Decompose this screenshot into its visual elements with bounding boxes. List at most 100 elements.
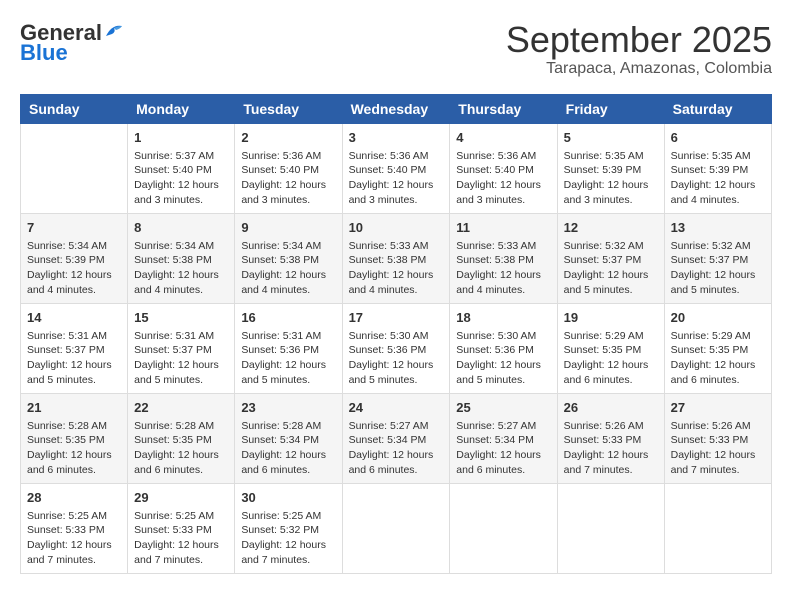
day-info: and 3 minutes. [241,193,335,208]
col-header-monday: Monday [128,94,235,123]
day-number: 12 [564,219,658,237]
day-info: and 4 minutes. [671,193,765,208]
day-info: Sunset: 5:33 PM [134,523,228,538]
calendar-cell: 10Sunrise: 5:33 AMSunset: 5:38 PMDayligh… [342,213,450,303]
day-info: Sunset: 5:35 PM [134,433,228,448]
calendar-cell: 21Sunrise: 5:28 AMSunset: 5:35 PMDayligh… [21,393,128,483]
day-number: 2 [241,129,335,147]
day-info: Daylight: 12 hours [134,178,228,193]
day-info: and 7 minutes. [241,553,335,568]
day-info: Sunrise: 5:37 AM [134,149,228,164]
day-info: and 6 minutes. [134,463,228,478]
calendar-cell: 17Sunrise: 5:30 AMSunset: 5:36 PMDayligh… [342,303,450,393]
day-info: Daylight: 12 hours [241,448,335,463]
day-info: Sunrise: 5:35 AM [564,149,658,164]
calendar-cell [557,483,664,573]
calendar-cell: 7Sunrise: 5:34 AMSunset: 5:39 PMDaylight… [21,213,128,303]
day-info: and 4 minutes. [349,283,444,298]
week-row-1: 1Sunrise: 5:37 AMSunset: 5:40 PMDaylight… [21,123,772,213]
day-info: Sunrise: 5:36 AM [456,149,550,164]
day-number: 19 [564,309,658,327]
day-info: and 4 minutes. [134,283,228,298]
calendar-cell: 2Sunrise: 5:36 AMSunset: 5:40 PMDaylight… [235,123,342,213]
col-header-sunday: Sunday [21,94,128,123]
day-info: Daylight: 12 hours [671,268,765,283]
calendar-cell: 22Sunrise: 5:28 AMSunset: 5:35 PMDayligh… [128,393,235,483]
day-info: Sunset: 5:34 PM [349,433,444,448]
day-info: and 6 minutes. [27,463,121,478]
day-number: 5 [564,129,658,147]
day-info: Daylight: 12 hours [27,358,121,373]
day-info: Sunset: 5:38 PM [456,253,550,268]
day-info: Daylight: 12 hours [671,448,765,463]
day-info: Daylight: 12 hours [564,358,658,373]
day-number: 20 [671,309,765,327]
day-info: Daylight: 12 hours [456,448,550,463]
logo-blue: Blue [20,40,68,66]
day-info: and 5 minutes. [671,283,765,298]
day-info: Daylight: 12 hours [241,358,335,373]
day-info: and 5 minutes. [349,373,444,388]
day-info: Sunrise: 5:33 AM [349,239,444,254]
day-info: and 7 minutes. [671,463,765,478]
page-subtitle: Tarapaca, Amazonas, Colombia [506,60,772,78]
week-row-4: 21Sunrise: 5:28 AMSunset: 5:35 PMDayligh… [21,393,772,483]
day-info: Sunrise: 5:31 AM [27,329,121,344]
day-number: 16 [241,309,335,327]
day-number: 10 [349,219,444,237]
logo-bird-icon [104,22,126,40]
day-info: and 6 minutes. [564,373,658,388]
day-info: and 6 minutes. [241,463,335,478]
day-info: and 5 minutes. [564,283,658,298]
day-info: Sunrise: 5:36 AM [349,149,444,164]
day-info: Sunrise: 5:29 AM [671,329,765,344]
day-info: and 6 minutes. [456,463,550,478]
day-number: 9 [241,219,335,237]
day-info: Sunrise: 5:27 AM [456,419,550,434]
day-info: Sunset: 5:36 PM [349,343,444,358]
calendar-cell: 28Sunrise: 5:25 AMSunset: 5:33 PMDayligh… [21,483,128,573]
day-info: and 4 minutes. [27,283,121,298]
day-number: 25 [456,399,550,417]
calendar-cell: 3Sunrise: 5:36 AMSunset: 5:40 PMDaylight… [342,123,450,213]
calendar-cell: 13Sunrise: 5:32 AMSunset: 5:37 PMDayligh… [664,213,771,303]
calendar-cell: 4Sunrise: 5:36 AMSunset: 5:40 PMDaylight… [450,123,557,213]
calendar-cell: 24Sunrise: 5:27 AMSunset: 5:34 PMDayligh… [342,393,450,483]
day-info: Daylight: 12 hours [27,448,121,463]
day-info: Sunrise: 5:33 AM [456,239,550,254]
day-info: Daylight: 12 hours [134,538,228,553]
day-info: Sunset: 5:39 PM [564,163,658,178]
day-info: Sunrise: 5:29 AM [564,329,658,344]
day-number: 30 [241,489,335,507]
day-info: Sunrise: 5:31 AM [241,329,335,344]
day-info: Sunset: 5:37 PM [671,253,765,268]
calendar-cell: 20Sunrise: 5:29 AMSunset: 5:35 PMDayligh… [664,303,771,393]
calendar-cell: 1Sunrise: 5:37 AMSunset: 5:40 PMDaylight… [128,123,235,213]
day-info: and 3 minutes. [134,193,228,208]
day-number: 18 [456,309,550,327]
day-number: 11 [456,219,550,237]
day-number: 3 [349,129,444,147]
day-info: Sunrise: 5:32 AM [564,239,658,254]
day-info: Sunrise: 5:28 AM [134,419,228,434]
day-number: 1 [134,129,228,147]
calendar-cell: 12Sunrise: 5:32 AMSunset: 5:37 PMDayligh… [557,213,664,303]
day-info: Daylight: 12 hours [456,178,550,193]
day-number: 15 [134,309,228,327]
col-header-wednesday: Wednesday [342,94,450,123]
day-info: Daylight: 12 hours [564,268,658,283]
day-info: Daylight: 12 hours [349,178,444,193]
week-row-2: 7Sunrise: 5:34 AMSunset: 5:39 PMDaylight… [21,213,772,303]
day-number: 26 [564,399,658,417]
calendar-cell: 14Sunrise: 5:31 AMSunset: 5:37 PMDayligh… [21,303,128,393]
day-number: 17 [349,309,444,327]
day-info: Sunrise: 5:30 AM [456,329,550,344]
day-info: and 7 minutes. [134,553,228,568]
col-header-friday: Friday [557,94,664,123]
day-info: Sunrise: 5:28 AM [241,419,335,434]
day-info: and 6 minutes. [349,463,444,478]
day-info: Daylight: 12 hours [27,268,121,283]
day-info: Sunrise: 5:32 AM [671,239,765,254]
day-info: Sunset: 5:35 PM [27,433,121,448]
day-info: and 5 minutes. [456,373,550,388]
